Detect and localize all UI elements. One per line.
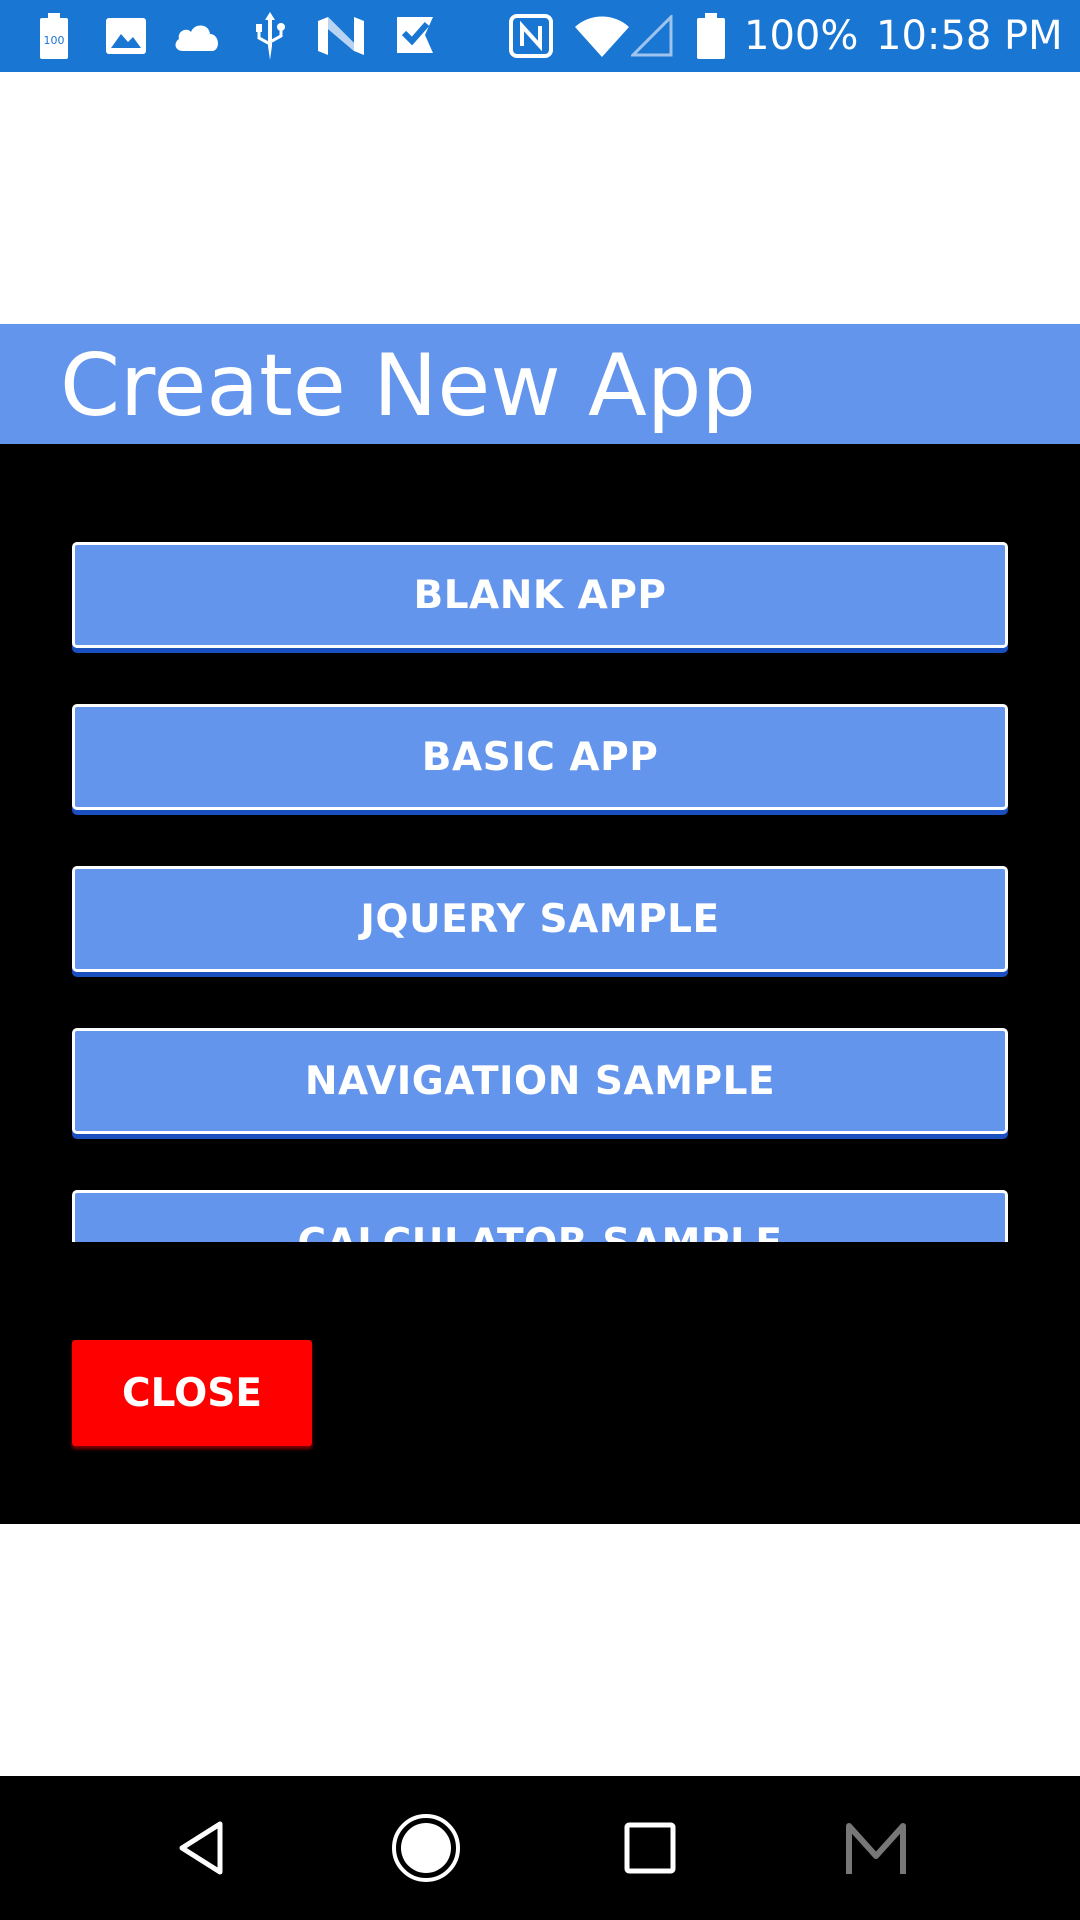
blank-app-button[interactable]: BLANK APP xyxy=(72,542,1008,648)
image-icon xyxy=(106,0,146,72)
cloud-icon xyxy=(172,0,222,72)
battery-percent: 100% xyxy=(744,13,859,59)
usb-icon xyxy=(252,0,288,72)
close-button[interactable]: CLOSE xyxy=(72,1340,312,1446)
battery-icon xyxy=(696,0,726,72)
status-bar: 100 100% 10:58 PM xyxy=(0,0,1080,72)
dialog-title: Create New App xyxy=(60,336,757,436)
nfc-icon xyxy=(508,0,554,72)
dialog-title-bar: Create New App xyxy=(0,324,1080,444)
battery-saver-icon: 100 xyxy=(38,0,70,72)
check-flag-icon xyxy=(394,0,436,72)
m-icon[interactable] xyxy=(816,1776,936,1920)
navigation-sample-button[interactable]: NAVIGATION SAMPLE xyxy=(72,1028,1008,1134)
basic-app-button[interactable]: BASIC APP xyxy=(72,704,1008,810)
template-list[interactable]: BLANK APP BASIC APP JQUERY SAMPLE NAVIGA… xyxy=(0,444,1080,1242)
battery-saver-label: 100 xyxy=(44,34,65,47)
clock: 10:58 PM xyxy=(876,13,1063,59)
jquery-sample-button[interactable]: JQUERY SAMPLE xyxy=(72,866,1008,972)
wifi-icon xyxy=(574,0,630,72)
navigation-bar xyxy=(0,1776,1080,1920)
back-icon[interactable] xyxy=(142,1776,262,1920)
calculator-sample-button[interactable]: CALCULATOR SAMPLE xyxy=(72,1190,1008,1242)
recents-icon[interactable] xyxy=(590,1776,710,1920)
dialog-body: BLANK APP BASIC APP JQUERY SAMPLE NAVIGA… xyxy=(0,444,1080,1524)
home-icon[interactable] xyxy=(366,1776,486,1920)
cellular-signal-icon xyxy=(630,0,674,72)
n-logo-icon xyxy=(318,0,364,72)
